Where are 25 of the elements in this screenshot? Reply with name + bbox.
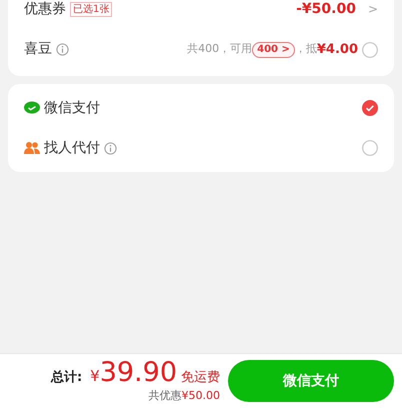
deduct-label: ，抵: [294, 41, 317, 58]
deduct-amount: ¥4.00: [316, 40, 358, 59]
checked-radio[interactable]: [362, 100, 378, 116]
radio-button[interactable]: [362, 140, 378, 156]
info-icon[interactable]: [104, 142, 117, 154]
saved-amount: ¥50.00: [182, 388, 220, 404]
shipping-label: 免运费: [181, 368, 220, 387]
currency-symbol: ¥: [90, 366, 100, 387]
info-icon[interactable]: [56, 43, 69, 56]
pay-button[interactable]: 微信支付: [228, 360, 394, 402]
total-label: 总计:: [50, 368, 82, 387]
chevron[interactable]: >: [368, 0, 378, 18]
beans-total: 共400，可用: [187, 41, 252, 58]
beans-label: 喜豆: [24, 40, 52, 59]
coupon-amount: -¥50.00: [296, 0, 356, 18]
people-icon: [24, 141, 40, 155]
radio-button[interactable]: [362, 42, 378, 58]
coupon-tag: 已选1张: [70, 2, 112, 16]
coupon-label: 优惠券: [24, 0, 66, 18]
saved-label: 共优惠: [148, 388, 182, 404]
payment-method-label[interactable]: 微信支付: [44, 98, 100, 118]
chat-bubble-icon: [24, 101, 40, 115]
beans-usable-button[interactable]: 400 >: [252, 42, 295, 58]
total-amount: 39.90: [100, 358, 177, 388]
payment-method-label[interactable]: 找人代付: [44, 138, 100, 158]
